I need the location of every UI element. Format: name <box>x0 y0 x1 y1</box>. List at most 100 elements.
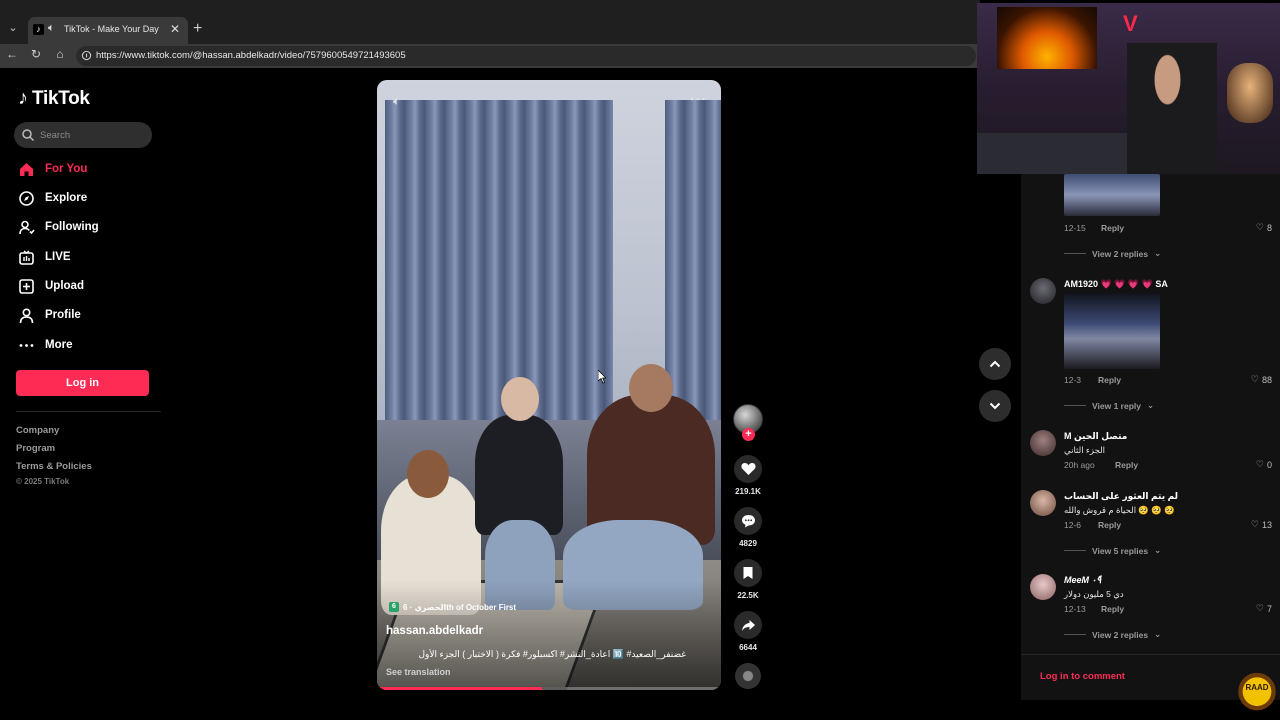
sidebar-item-more[interactable]: More <box>18 334 72 356</box>
save-count: 22.5K <box>737 591 759 600</box>
comment-like-button[interactable]: ♡ 0 <box>1256 459 1272 470</box>
user-follow-icon <box>18 219 35 236</box>
heart-outline-icon: ♡ <box>1250 519 1259 529</box>
compass-icon <box>18 190 35 207</box>
reload-icon[interactable]: ↻ <box>28 47 44 61</box>
comment-like-button[interactable]: ♡ 7 <box>1256 603 1272 614</box>
comment-reply-button[interactable]: Reply <box>1115 460 1138 470</box>
music-disc-icon[interactable] <box>735 663 761 689</box>
tab-title: TikTok - Make Your Day <box>64 24 159 34</box>
view-replies-label: View 1 reply <box>1092 400 1141 411</box>
comment-reply-button[interactable]: Reply <box>1101 604 1124 614</box>
comments-panel: 12-15 Reply ♡ 8 View 2 replies ⌄ AM1920 💗 … <box>1021 174 1280 700</box>
sidebar-item-label: For You <box>45 163 88 175</box>
previous-video-button[interactable] <box>979 348 1011 380</box>
bottom-strip <box>0 700 1280 720</box>
video-more-icon[interactable]: ··· <box>690 90 707 106</box>
tab-search-dropdown-icon[interactable]: ⌄ <box>4 19 22 37</box>
video-song-tag[interactable]: 6 الحصري · 6th of October First <box>389 602 516 612</box>
url-field[interactable]: https://www.tiktok.com/@hassan.abdelkadr… <box>76 46 976 66</box>
footer-link-company[interactable]: Company <box>16 425 59 436</box>
reply-line <box>1064 405 1086 406</box>
login-to-comment-link[interactable]: Log in to comment <box>1040 671 1125 682</box>
comment-button[interactable]: 4829 <box>733 507 763 548</box>
home-icon <box>18 161 35 178</box>
comment-like-button[interactable]: ♡ 13 <box>1251 519 1272 530</box>
chevron-up-icon <box>989 360 1001 368</box>
home-icon[interactable]: ⌂ <box>52 47 68 61</box>
comment-username[interactable]: MeeM ٠ً٩ <box>1064 575 1101 586</box>
comment-avatar[interactable] <box>1030 490 1056 516</box>
sidebar-item-label: Profile <box>45 309 81 321</box>
comment-reply-button[interactable]: Reply <box>1098 520 1121 530</box>
sidebar-item-live[interactable]: LIVE <box>18 246 71 268</box>
raad-logo-badge: RAAD <box>1236 670 1278 718</box>
view-replies-button[interactable]: View 2 replies ⌄ <box>1064 629 1161 640</box>
comment-date: 12-6 <box>1064 520 1082 530</box>
sidebar-item-label: Following <box>45 221 99 233</box>
comment-like-button[interactable]: ♡ 88 <box>1251 374 1272 385</box>
view-replies-button[interactable]: View 5 replies ⌄ <box>1064 545 1161 556</box>
comment-date: 12-3 <box>1064 375 1082 385</box>
comment-avatar[interactable] <box>1030 278 1056 304</box>
save-button[interactable]: 22.5K <box>733 559 763 600</box>
sidebar-divider <box>16 411 161 412</box>
reply-line <box>1064 550 1086 551</box>
comment-avatar[interactable] <box>1030 430 1056 456</box>
new-tab-button[interactable]: + <box>193 20 202 38</box>
comment-date: 20h ago <box>1064 460 1095 470</box>
login-button[interactable]: Log in <box>16 370 149 396</box>
footer-link-terms[interactable]: Terms & Policies <box>16 461 92 472</box>
heart-icon <box>734 455 762 483</box>
view-replies-button[interactable]: View 2 replies ⌄ <box>1064 248 1161 259</box>
sidebar-item-label: LIVE <box>45 251 71 263</box>
see-translation-link[interactable]: See translation <box>386 667 451 677</box>
back-arrow-icon[interactable]: ← <box>4 47 20 61</box>
comment-image[interactable] <box>1064 293 1160 369</box>
sidebar-item-profile[interactable]: Profile <box>18 304 81 326</box>
video-player[interactable]: 🔈︎ ··· 6 الحصري · 6th of October First h… <box>377 80 721 690</box>
comment-text: الحياة م قروش والله 🥺 🥺 🥺 <box>1064 505 1175 515</box>
comment-date: 12-13 <box>1064 604 1086 614</box>
comment-username[interactable]: لم يتم العثور على الحساب <box>1064 491 1178 502</box>
heart-outline-icon: ♡ <box>1255 222 1264 232</box>
chevron-down-icon: ⌄ <box>1154 248 1162 258</box>
video-author[interactable]: hassan.abdelkadr <box>386 625 483 637</box>
reply-line <box>1064 634 1086 635</box>
site-info-icon[interactable] <box>81 50 92 61</box>
comment-reply-button[interactable]: Reply <box>1098 375 1121 385</box>
chevron-down-icon: ⌄ <box>1154 545 1162 555</box>
live-tv-icon <box>18 249 35 266</box>
comment-date: 12-15 <box>1064 223 1086 233</box>
share-button[interactable]: 6644 <box>733 611 763 652</box>
like-button[interactable]: 219.1K <box>733 455 763 496</box>
chevron-down-icon: ⌄ <box>1146 400 1155 410</box>
sidebar-item-upload[interactable]: Upload <box>18 275 84 297</box>
browser-tab-active[interactable]: ♪ 🔈︎ TikTok - Make Your Day ✕ <box>28 17 188 44</box>
sidebar-item-label: Explore <box>45 192 88 204</box>
video-mute-icon[interactable]: 🔈︎ <box>393 94 400 109</box>
search-box[interactable] <box>14 122 152 148</box>
video-progress-bar[interactable] <box>380 687 718 690</box>
comment-avatar[interactable] <box>1030 574 1056 600</box>
speaker-icon[interactable]: 🔈︎ <box>48 22 55 35</box>
search-input[interactable] <box>40 127 145 143</box>
comment-username[interactable]: M متصل الحين <box>1064 431 1127 442</box>
webcam-desk <box>977 133 1127 174</box>
view-replies-button[interactable]: View 1 reply ⌄ <box>1064 400 1154 411</box>
comment-username[interactable]: AM1920 💗 💗 💗 💗 SA <box>1064 279 1168 290</box>
tiktok-logo[interactable]: ♪ TikTok <box>18 87 90 110</box>
song-badge: 6 <box>389 602 399 612</box>
sidebar-item-explore[interactable]: Explore <box>18 187 87 209</box>
comment-reply-button[interactable]: Reply <box>1101 223 1124 233</box>
comment-image[interactable] <box>1064 174 1160 216</box>
footer-link-program[interactable]: Program <box>16 443 55 454</box>
tab-close-icon[interactable]: ✕ <box>170 22 180 36</box>
sidebar-item-label: More <box>45 339 73 351</box>
comment-like-button[interactable]: ♡ 8 <box>1256 222 1272 233</box>
reply-line <box>1064 253 1086 254</box>
sidebar-item-for-you[interactable]: For You <box>18 158 87 180</box>
next-video-button[interactable] <box>979 390 1011 422</box>
sidebar-item-following[interactable]: Following <box>18 216 99 238</box>
follow-plus-icon[interactable]: + <box>742 428 755 441</box>
